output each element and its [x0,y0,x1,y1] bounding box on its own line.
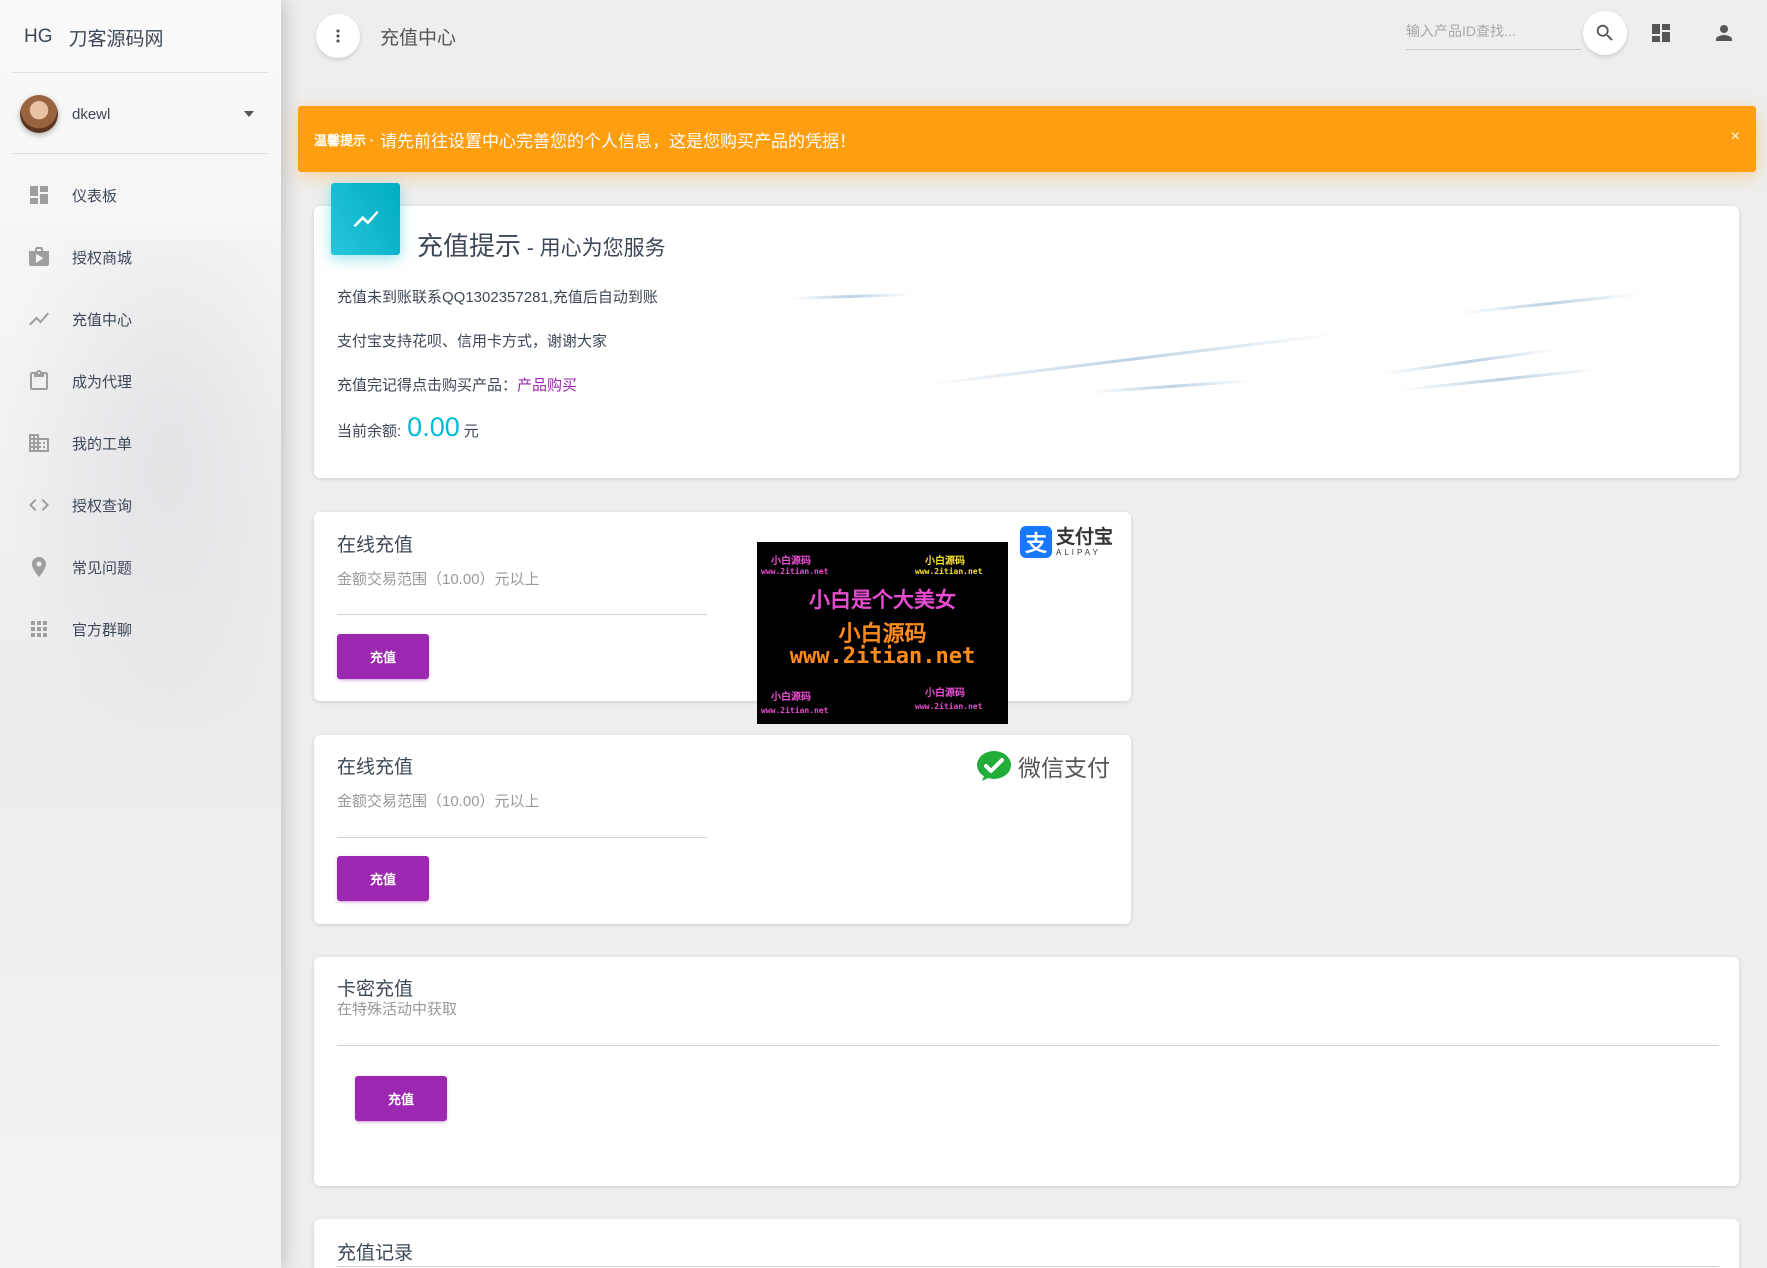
wechat-icon [976,750,1012,782]
close-icon[interactable]: × [1731,128,1740,146]
sidebar-item-faq[interactable]: 常见问题 [0,536,281,598]
apps-grid-icon [27,617,51,641]
alipay-logo-text: 支付宝 [1056,528,1113,547]
ad-text: 小白源码 [925,684,965,699]
alert-message: 请先前往设置中心完善您的个人信息，这是您购买产品的凭据！ [380,127,856,152]
trending-icon [27,307,51,331]
shop-icon [27,245,51,269]
balance-unit: 元 [464,423,479,440]
sidebar-item-label: 常见问题 [72,557,132,578]
brand-name: 刀客源码网 [69,24,164,51]
sidebar: HG 刀客源码网 dkewl 仪表板 授权商城 充值中心 成为代理 我的工单 [0,0,281,1268]
divider [337,1266,1719,1267]
sidebar-item-label: 我的工单 [72,433,132,454]
trending-icon [351,204,381,234]
tip-subtitle: - 用心为您服务 [521,237,666,260]
ad-text: www.2itian.net [915,567,982,576]
tip-line-purchase: 充值完记得点击购买产品：产品购买 [337,374,577,395]
watermark-ad-image: 小白源码 www.2itian.net 小白源码 www.2itian.net … [757,542,1008,724]
clipboard-icon [27,369,51,393]
alert-label: 温馨提示 · [314,130,374,149]
more-menu-button[interactable] [316,14,360,58]
card-header-icon [331,183,400,255]
sidebar-item-label: 官方群聊 [72,619,132,640]
sidebar-item-license-query[interactable]: 授权查询 [0,474,281,536]
sidebar-item-label: 仪表板 [72,185,117,206]
card-title: 充值记录 [337,1238,413,1265]
ad-headline: 小白是个大美女 [757,584,1008,614]
dashboard-icon [1649,21,1673,45]
balance-value: 0.00 [407,412,460,442]
tip-title: 充值提示 [417,231,521,261]
card-title: 卡密充值 [337,974,413,1001]
sidebar-item-shop[interactable]: 授权商城 [0,226,281,288]
wechat-amount-input[interactable] [337,808,707,838]
person-icon [1712,21,1736,45]
ad-text: www.2itian.net [761,567,828,576]
card-key-input[interactable] [337,1016,1719,1046]
card-key-recharge-button[interactable]: 充值 [355,1076,447,1121]
search-input[interactable] [1406,16,1581,46]
sidebar-item-label: 授权查询 [72,495,132,516]
page-title: 充值中心 [380,23,456,50]
alipay-recharge-button[interactable]: 充值 [337,634,429,679]
wechat-pay-logo-text: 微信支付 [1018,749,1110,783]
product-purchase-link[interactable]: 产品购买 [517,377,577,394]
code-icon [27,493,51,517]
ad-url: www.2itian.net [757,644,1008,669]
building-icon [27,431,51,455]
ad-text: 小白源码 [925,552,965,567]
tip-purchase-text: 充值完记得点击购买产品： [337,377,517,394]
brand-short: HG [24,26,53,48]
ad-text: 小白源码 [771,688,811,703]
ad-text: 小白源码 [771,552,811,567]
dashboard-shortcut-button[interactable] [1649,21,1673,45]
sidebar-item-tickets[interactable]: 我的工单 [0,412,281,474]
ad-text: www.2itian.net [915,702,982,711]
sidebar-item-dashboard[interactable]: 仪表板 [0,164,281,226]
alipay-amount-input[interactable] [337,585,707,615]
dashboard-icon [27,183,51,207]
alipay-logo-subtext: ALIPAY [1056,549,1113,557]
user-menu[interactable]: dkewl [20,94,254,134]
divider [13,72,267,73]
search-field [1406,16,1581,50]
balance-label: 当前余额: [337,423,401,440]
ad-text: www.2itian.net [761,706,828,715]
more-vert-icon [328,26,348,46]
wechat-recharge-button[interactable]: 充值 [337,856,429,901]
search-icon [1594,22,1616,44]
divider [13,153,267,154]
alipay-icon: 支 [1020,526,1052,558]
recharge-record-card [314,1219,1739,1268]
sidebar-item-recharge[interactable]: 充值中心 [0,288,281,350]
alipay-logo: 支 支付宝 ALIPAY [1020,526,1113,558]
sidebar-item-label: 充值中心 [72,309,132,330]
sidebar-item-label: 成为代理 [72,371,132,392]
card-title: 在线充值 [337,752,413,779]
tip-line-alipay: 支付宝支持花呗、信用卡方式，谢谢大家 [337,330,607,351]
warning-alert: 温馨提示 · 请先前往设置中心完善您的个人信息，这是您购买产品的凭据！ × [298,106,1756,172]
sidebar-item-label: 授权商城 [72,247,132,268]
caret-down-icon [244,111,254,117]
sidebar-nav: 仪表板 授权商城 充值中心 成为代理 我的工单 授权查询 常见问题 官方群聊 [0,164,281,660]
card-title: 在线充值 [337,530,413,557]
wechat-pay-logo: 微信支付 [976,749,1110,783]
balance-row: 当前余额: 0.00元 [337,412,479,443]
sidebar-item-group-chat[interactable]: 官方群聊 [0,598,281,660]
brand[interactable]: HG 刀客源码网 [24,22,164,52]
avatar [20,95,58,133]
location-pin-icon [27,555,51,579]
tip-line-contact: 充值未到账联系QQ1302357281,充值后自动到账 [337,286,658,307]
user-name: dkewl [72,106,244,123]
sidebar-item-agent[interactable]: 成为代理 [0,350,281,412]
profile-button[interactable] [1712,21,1736,45]
card-title: 充值提示 - 用心为您服务 [417,226,666,263]
card-key-recharge-card [314,957,1739,1186]
search-button[interactable] [1583,11,1627,55]
